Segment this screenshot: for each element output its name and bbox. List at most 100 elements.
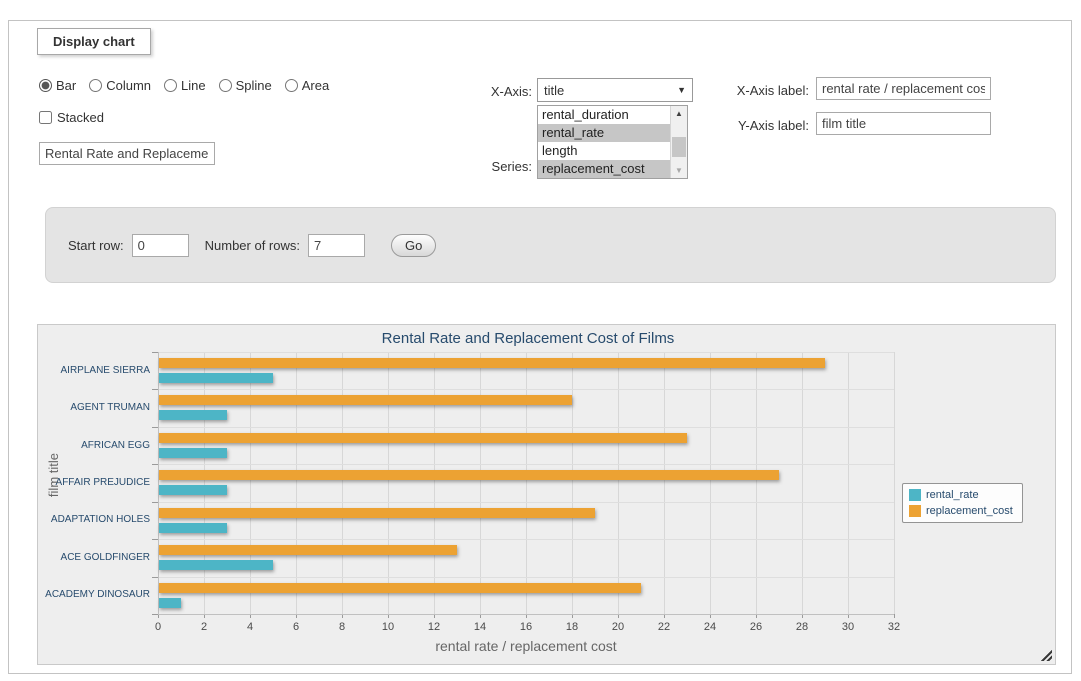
chart-area: Rental Rate and Replacement Cost of Film… xyxy=(37,324,1056,665)
x-axis-line xyxy=(158,614,894,615)
bar-replacement_cost[interactable] xyxy=(159,470,779,480)
bar-rental_rate[interactable] xyxy=(159,560,273,570)
row-gridline xyxy=(158,464,894,465)
gridline xyxy=(848,352,849,614)
x-tick-label: 32 xyxy=(888,621,900,633)
x-tick-label: 18 xyxy=(566,621,578,633)
chart-title: Rental Rate and Replacement Cost of Film… xyxy=(382,330,675,347)
chart-type-line[interactable]: Line xyxy=(164,78,206,93)
x-axis-label-input[interactable] xyxy=(816,77,991,100)
x-tick-label: 30 xyxy=(842,621,854,633)
x-tick-label: 6 xyxy=(293,621,299,633)
series-select-label: Series: xyxy=(459,159,532,174)
gridline xyxy=(250,352,251,614)
chart-type-column[interactable]: Column xyxy=(89,78,151,93)
row-gridline xyxy=(158,389,894,390)
category-label: AGENT TRUMAN xyxy=(38,402,150,413)
bar-replacement_cost[interactable] xyxy=(159,358,825,368)
bar-rental_rate[interactable] xyxy=(159,523,227,533)
x-tick-label: 16 xyxy=(520,621,532,633)
x-axis-select-label: X-Axis: xyxy=(459,84,532,99)
chart-title-input[interactable] xyxy=(39,142,215,165)
chart-legend: rental_rate replacement_cost xyxy=(902,483,1023,523)
x-tick-label: 26 xyxy=(750,621,762,633)
legend-item-rental-rate[interactable]: rental_rate xyxy=(909,489,1013,501)
stacked-row: Stacked xyxy=(39,110,104,125)
legend-label: replacement_cost xyxy=(926,505,1013,517)
chart-type-radio-spline[interactable] xyxy=(219,79,232,92)
go-button[interactable]: Go xyxy=(391,234,436,257)
chart-type-area[interactable]: Area xyxy=(285,78,329,93)
listbox-scrollbar[interactable]: ▲ ▼ xyxy=(670,106,687,178)
chart-type-spline[interactable]: Spline xyxy=(219,78,272,93)
chart-type-label: Line xyxy=(181,78,206,93)
row-gridline xyxy=(158,352,894,353)
x-tick-label: 12 xyxy=(428,621,440,633)
bar-rental_rate[interactable] xyxy=(159,373,273,383)
series-option-rental_rate[interactable]: rental_rate xyxy=(538,124,670,142)
x-axis-selected-value: title xyxy=(544,83,564,98)
chart-type-label: Area xyxy=(302,78,329,93)
x-tick-label: 22 xyxy=(658,621,670,633)
resize-grip[interactable] xyxy=(1040,649,1052,661)
category-label: ACE GOLDFINGER xyxy=(38,552,150,563)
x-tick-label: 10 xyxy=(382,621,394,633)
series-option-rental_duration[interactable]: rental_duration xyxy=(538,106,670,124)
category-label: AFRICAN EGG xyxy=(38,440,150,451)
x-tick-label: 4 xyxy=(247,621,253,633)
gridline xyxy=(664,352,665,614)
x-tick xyxy=(894,614,895,618)
gridline xyxy=(388,352,389,614)
y-axis-line xyxy=(158,352,159,614)
chart-type-radio-column[interactable] xyxy=(89,79,102,92)
series-multiselect[interactable]: rental_durationrental_ratelengthreplacem… xyxy=(537,105,688,179)
chart-type-radio-area[interactable] xyxy=(285,79,298,92)
stacked-checkbox[interactable] xyxy=(39,111,52,124)
page: Display chart BarColumnLineSplineArea St… xyxy=(0,0,1081,681)
chart-type-radio-bar[interactable] xyxy=(39,79,52,92)
chart-type-radio-line[interactable] xyxy=(164,79,177,92)
x-tick-label: 24 xyxy=(704,621,716,633)
chart-type-label: Column xyxy=(106,78,151,93)
start-row-input[interactable] xyxy=(132,234,189,257)
row-gridline xyxy=(158,427,894,428)
bar-rental_rate[interactable] xyxy=(159,485,227,495)
bar-replacement_cost[interactable] xyxy=(159,395,572,405)
bar-replacement_cost[interactable] xyxy=(159,508,595,518)
num-rows-label: Number of rows: xyxy=(205,238,300,253)
bar-rental_rate[interactable] xyxy=(159,448,227,458)
gridline xyxy=(296,352,297,614)
gridline xyxy=(526,352,527,614)
series-option-replacement_cost[interactable]: replacement_cost xyxy=(538,160,670,178)
chart-type-label: Bar xyxy=(56,78,76,93)
row-range-controls: Start row: Number of rows: Go xyxy=(45,207,1056,283)
y-axis-label-label: Y-Axis label: xyxy=(721,118,809,133)
x-tick-label: 28 xyxy=(796,621,808,633)
x-axis-select[interactable]: title ▼ xyxy=(537,78,693,102)
bar-rental_rate[interactable] xyxy=(159,598,181,608)
x-tick-label: 20 xyxy=(612,621,624,633)
chart-type-label: Spline xyxy=(236,78,272,93)
category-label: ACADEMY DINOSAUR xyxy=(38,589,150,600)
row-gridline xyxy=(158,539,894,540)
category-label: ADAPTATION HOLES xyxy=(38,514,150,525)
gridline xyxy=(710,352,711,614)
scrollbar-thumb[interactable] xyxy=(672,137,686,157)
bar-replacement_cost[interactable] xyxy=(159,545,457,555)
chart-type-bar[interactable]: Bar xyxy=(39,78,76,93)
bar-replacement_cost[interactable] xyxy=(159,583,641,593)
y-axis-label-input[interactable] xyxy=(816,112,991,135)
chart-type-radios: Bar Column Line Spline Area xyxy=(39,78,329,93)
gridline xyxy=(204,352,205,614)
start-row-label: Start row: xyxy=(68,238,124,253)
bar-replacement_cost[interactable] xyxy=(159,433,687,443)
row-gridline xyxy=(158,577,894,578)
num-rows-input[interactable] xyxy=(308,234,365,257)
series-option-length[interactable]: length xyxy=(538,142,670,160)
display-chart-panel: Display chart BarColumnLineSplineArea St… xyxy=(8,20,1072,674)
scroll-up-icon[interactable]: ▲ xyxy=(671,106,687,121)
gridline xyxy=(480,352,481,614)
scroll-down-icon[interactable]: ▼ xyxy=(671,163,687,178)
legend-item-replacement-cost[interactable]: replacement_cost xyxy=(909,505,1013,517)
bar-rental_rate[interactable] xyxy=(159,410,227,420)
